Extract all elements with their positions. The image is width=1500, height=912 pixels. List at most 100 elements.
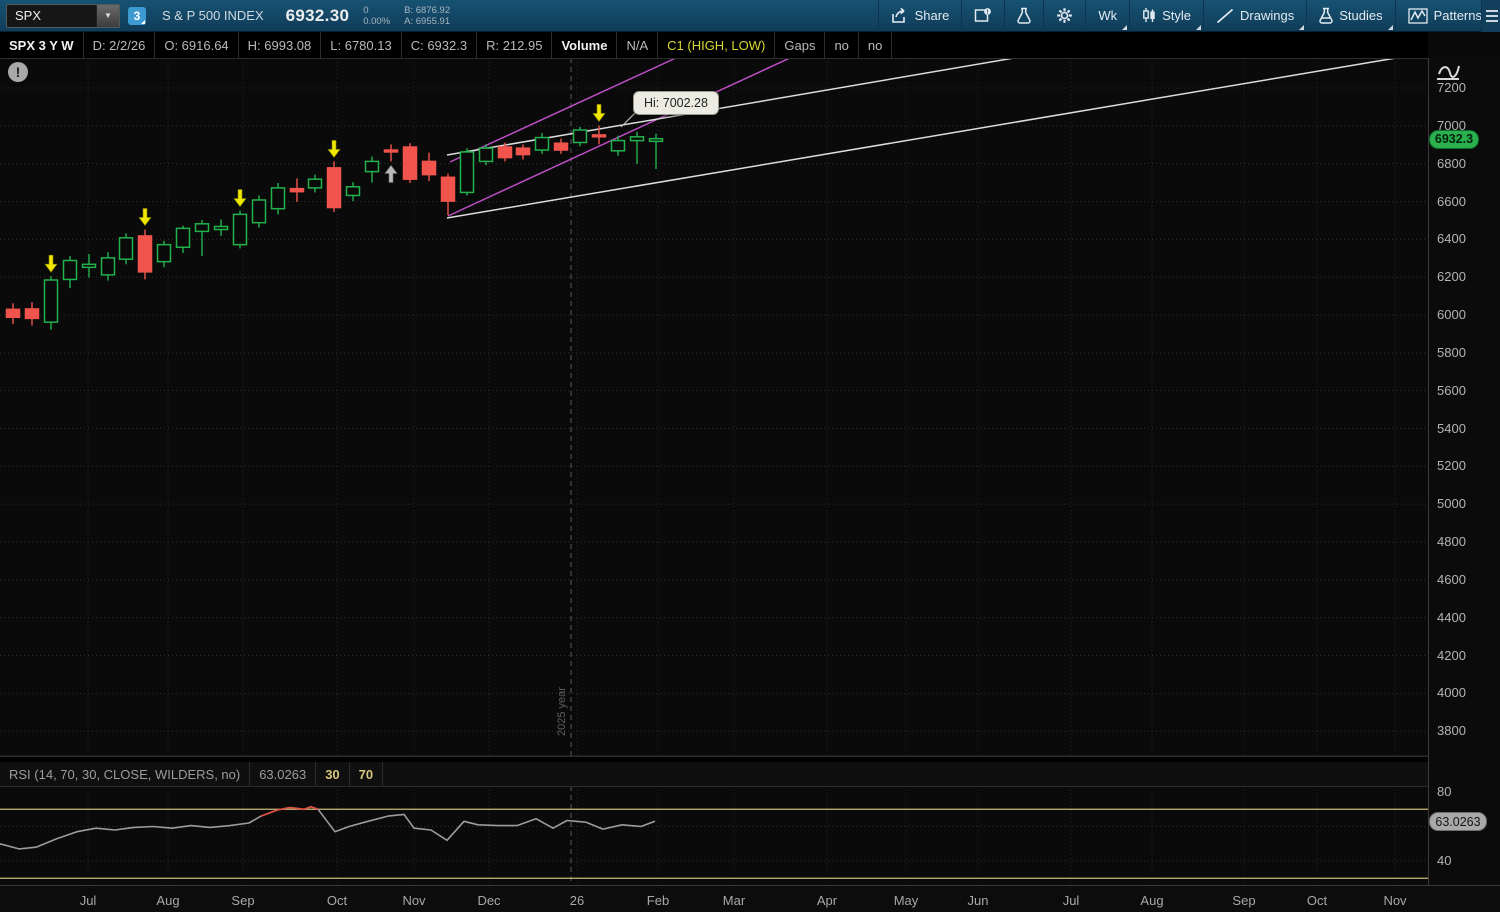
style-label: Style	[1162, 8, 1191, 23]
candle-body[interactable]	[574, 130, 587, 142]
current-price-value: 6932.3	[1435, 132, 1473, 146]
gear-icon	[1056, 7, 1073, 24]
candle-body[interactable]	[196, 224, 209, 232]
trading-platform-window: SPX ▼ 3 S & P 500 INDEX 6932.30 0 0.00% …	[0, 0, 1500, 912]
more-menu-button[interactable]	[1481, 0, 1500, 32]
rsi-value: 63.0263	[1435, 815, 1480, 829]
price-axis-label: 6800	[1437, 156, 1466, 171]
sell-signal-arrow-icon[interactable]	[45, 255, 57, 272]
time-axis-label-jun: Jun	[968, 893, 989, 908]
candle-body[interactable]	[536, 138, 549, 150]
dropdown-corner-icon	[1388, 25, 1393, 30]
rsi-line[interactable]	[0, 807, 655, 849]
candle-body[interactable]	[555, 143, 568, 150]
ohlc-cell-gaps[interactable]: Gaps	[775, 32, 825, 58]
white-trendline[interactable]	[447, 57, 1020, 155]
style-button[interactable]: Style	[1129, 0, 1203, 32]
candle-body[interactable]	[120, 238, 133, 259]
drawings-button[interactable]: Drawings	[1203, 0, 1306, 32]
candle-body[interactable]	[215, 226, 228, 229]
symbol-input[interactable]: SPX ▼	[6, 4, 120, 28]
candle-body[interactable]	[650, 139, 663, 142]
ohlc-cell-volume[interactable]: Volume	[552, 32, 617, 58]
candle-body[interactable]	[64, 261, 77, 280]
candle-body[interactable]	[499, 147, 512, 158]
candle-body[interactable]	[480, 148, 493, 161]
candle-body[interactable]	[7, 309, 20, 317]
candle-body[interactable]	[631, 137, 644, 141]
candle-body[interactable]	[461, 152, 474, 192]
candle-body[interactable]	[253, 200, 266, 223]
sell-signal-arrow-icon[interactable]	[328, 140, 340, 157]
rsi-header-cell[interactable]: 30	[316, 762, 349, 786]
candle-body[interactable]	[83, 264, 96, 267]
candle-body[interactable]	[612, 141, 625, 151]
toolbar-button-group: Share !	[878, 0, 1494, 32]
price-axis[interactable]: 7200700068006600640062006000580056005400…	[1428, 58, 1500, 885]
candle-body[interactable]	[404, 147, 417, 179]
candle-body[interactable]	[26, 309, 39, 318]
alert-icon[interactable]: !	[8, 62, 28, 82]
sell-signal-arrow-icon[interactable]	[593, 104, 605, 121]
candle-body[interactable]	[177, 228, 190, 247]
symbol-value[interactable]: SPX	[7, 8, 96, 23]
studies-button[interactable]: Studies	[1306, 0, 1394, 32]
time-axis-label-sep: Sep	[231, 893, 254, 908]
chart-mode-icon[interactable]	[1434, 61, 1462, 90]
candle-body[interactable]	[593, 135, 606, 137]
share-button[interactable]: Share	[878, 0, 962, 32]
flask-icon	[1319, 7, 1333, 24]
patterns-button[interactable]: Patterns	[1395, 0, 1494, 32]
candle-body[interactable]	[272, 188, 285, 209]
svg-text:!: !	[987, 10, 989, 16]
timeframe-button[interactable]: Wk	[1085, 0, 1129, 32]
symbol-dropdown-button[interactable]: ▼	[96, 5, 119, 27]
rsi-line-overbought	[261, 807, 318, 816]
candle-body[interactable]	[45, 280, 58, 322]
rsi-header-cell[interactable]: 70	[350, 762, 383, 786]
studies-label: Studies	[1339, 8, 1382, 23]
patterns-label: Patterns	[1434, 8, 1482, 23]
ohlc-cell-spx-3-y-w[interactable]: SPX 3 Y W	[0, 32, 84, 58]
candle-body[interactable]	[158, 245, 171, 262]
ohlc-cell-c1-high-low-[interactable]: C1 (HIGH, LOW)	[658, 32, 775, 58]
time-axis-label-aug: Aug	[156, 893, 179, 908]
sell-signal-arrow-icon[interactable]	[139, 208, 151, 225]
change-value: 0	[363, 5, 390, 16]
dropdown-corner-icon	[141, 20, 145, 24]
candle-body[interactable]	[366, 161, 379, 171]
white-trendline[interactable]	[447, 58, 1396, 218]
candle-body[interactable]	[347, 187, 360, 196]
candle-body[interactable]	[385, 150, 398, 152]
alert-glyph: !	[16, 64, 21, 80]
candle-body[interactable]	[442, 177, 455, 201]
candle-body[interactable]	[328, 168, 341, 208]
ohlc-cell-n-a[interactable]: N/A	[617, 32, 658, 58]
buy-signal-arrow-icon[interactable]	[385, 165, 397, 182]
sell-signal-arrow-icon[interactable]	[234, 190, 246, 207]
rsi-header-cell[interactable]: RSI (14, 70, 30, CLOSE, WILDERS, no)	[0, 762, 250, 786]
candle-body[interactable]	[423, 161, 436, 174]
candle-body[interactable]	[102, 258, 115, 275]
candle-body[interactable]	[234, 214, 247, 244]
chart-header-row: SPX 3 Y WD: 2/2/26O: 6916.64H: 6993.08L:…	[0, 32, 1428, 59]
analyze-button[interactable]	[1004, 0, 1043, 32]
price-axis-label: 4000	[1437, 685, 1466, 700]
ohlc-cell-r: R: 212.95	[477, 32, 552, 58]
ohlc-cell-no[interactable]: no	[825, 32, 858, 58]
ohlc-cell-no[interactable]: no	[859, 32, 892, 58]
time-axis[interactable]: JulAugSepOctNovDec26FebMarAprMayJunJulAu…	[0, 885, 1500, 912]
price-axis-label: 5200	[1437, 458, 1466, 473]
rsi-axis-label: 80	[1437, 784, 1451, 799]
notes-button[interactable]: !	[961, 0, 1004, 32]
candle-body[interactable]	[291, 189, 304, 192]
time-axis-label-nov: Nov	[402, 893, 425, 908]
magenta-trendline[interactable]	[448, 57, 792, 216]
candle-body[interactable]	[139, 236, 152, 272]
candle-body[interactable]	[517, 148, 530, 154]
ohlc-cell-h: H: 6993.08	[239, 32, 322, 58]
linked-group-badge[interactable]: 3	[128, 7, 146, 25]
settings-button[interactable]	[1043, 0, 1085, 32]
price-axis-label: 5600	[1437, 383, 1466, 398]
candle-body[interactable]	[309, 179, 322, 188]
